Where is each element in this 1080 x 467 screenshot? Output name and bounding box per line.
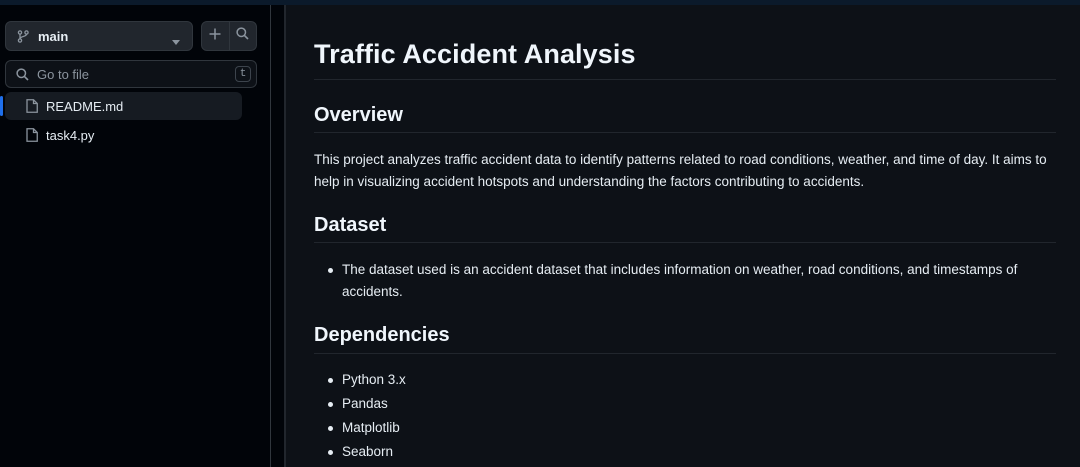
file-tree-sidebar: main t: [0, 5, 271, 467]
list-item: Matplotlib: [314, 417, 1056, 439]
file-item-readme[interactable]: README.md: [0, 92, 242, 120]
list-item: The dataset used is an accident dataset …: [314, 259, 1056, 303]
overview-heading: Overview: [314, 104, 403, 126]
add-file-button[interactable]: [202, 22, 229, 50]
plus-icon: [209, 27, 221, 45]
file-name: README.md: [46, 98, 124, 114]
list-item: Python 3.x: [314, 369, 1056, 391]
go-to-file-input[interactable]: [35, 65, 229, 83]
file-item-task4[interactable]: task4.py: [5, 121, 242, 149]
overview-paragraph: This project analyzes traffic accident d…: [314, 152, 1047, 189]
git-branch-icon: [17, 29, 31, 43]
dependencies-list: Python 3.x Pandas Matplotlib Seaborn: [314, 369, 1056, 465]
readme-title: Traffic Accident Analysis: [314, 39, 636, 69]
search-icon: [16, 67, 29, 81]
heading-divider: [314, 353, 1056, 354]
branch-name: main: [38, 28, 69, 44]
heading-divider: [314, 79, 1056, 80]
file-icon: [26, 99, 38, 113]
branch-selector-button[interactable]: main: [5, 21, 193, 51]
heading-divider: [314, 242, 1056, 243]
heading-divider: [314, 132, 1056, 133]
file-icon: [26, 128, 38, 142]
search-code-button[interactable]: [230, 22, 257, 50]
keyboard-shortcut-hint: t: [235, 66, 251, 82]
file-name: task4.py: [46, 127, 95, 143]
search-icon: [236, 27, 249, 45]
file-actions-group: [201, 21, 257, 51]
dependencies-heading: Dependencies: [314, 324, 450, 346]
go-to-file-field[interactable]: t: [5, 60, 257, 88]
dataset-list: The dataset used is an accident dataset …: [314, 259, 1056, 305]
dataset-heading: Dataset: [314, 214, 387, 236]
readme-viewer: Traffic Accident Analysis Overview This …: [286, 5, 1080, 467]
triangle-down-icon: [172, 32, 180, 50]
list-item: Pandas: [314, 393, 1056, 415]
list-item: Seaborn: [314, 441, 1056, 463]
file-list: README.md task4.py: [0, 92, 270, 150]
code-browser-window: main t: [0, 0, 1080, 467]
